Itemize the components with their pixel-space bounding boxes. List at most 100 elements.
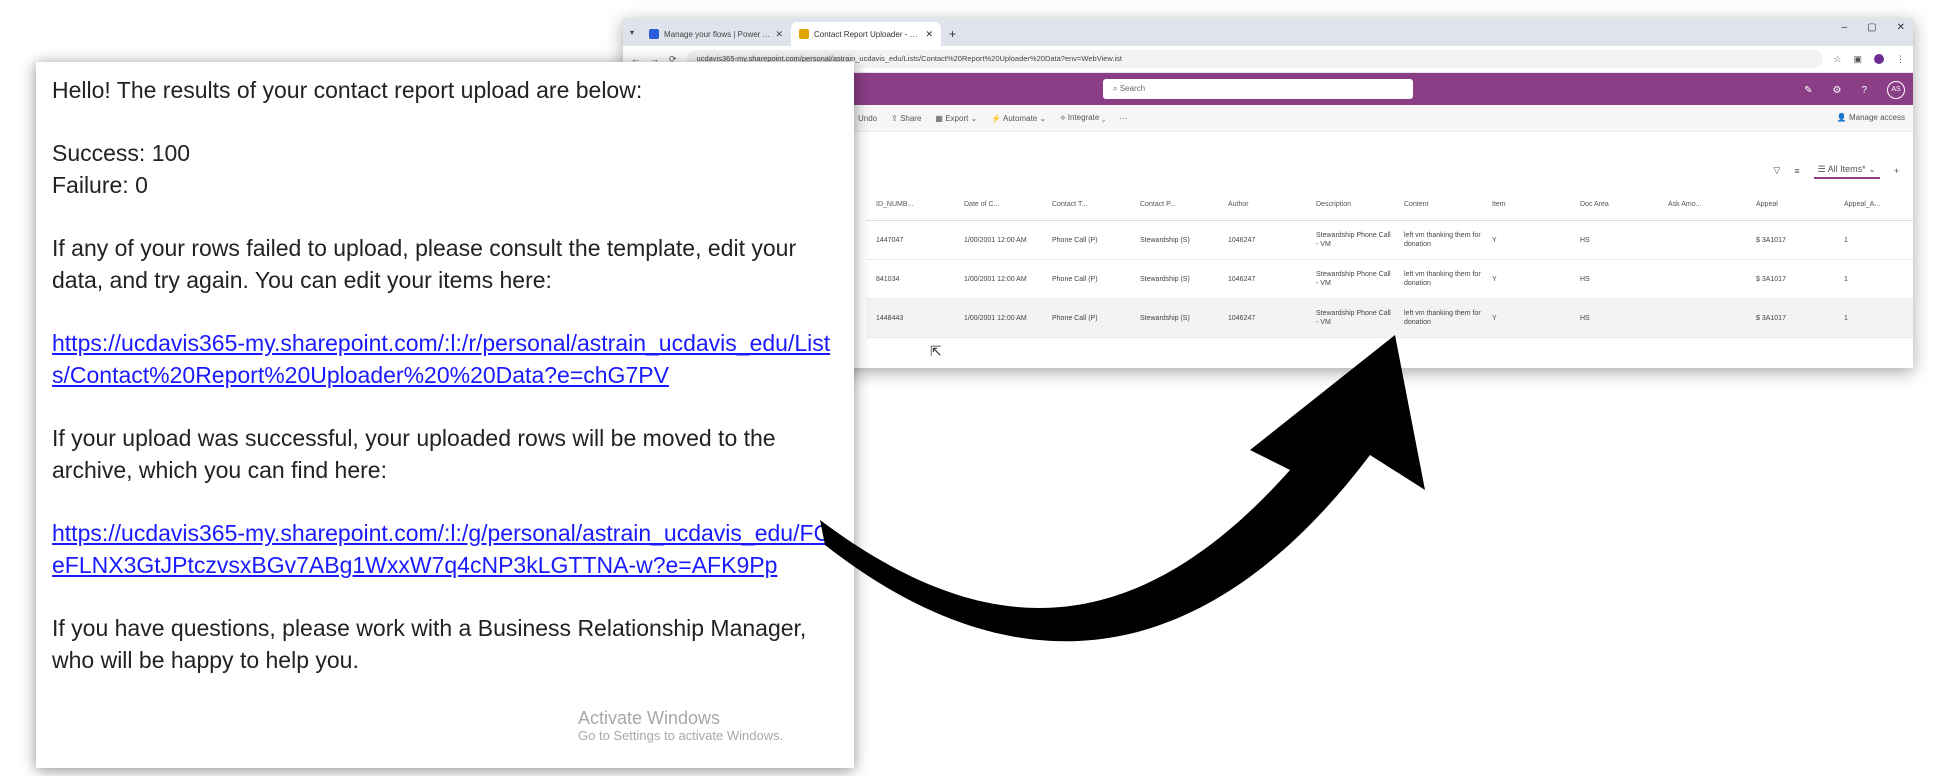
table-cell: HS xyxy=(1580,275,1590,283)
watermark-subtitle: Go to Settings to activate Windows. xyxy=(578,728,784,743)
table-cell: Phone Call (P) xyxy=(1052,314,1098,322)
success-count: Success: 100 xyxy=(52,140,191,166)
table-cell: 1/00/2001 12:00 AM xyxy=(964,314,1027,322)
archive-link[interactable]: https://ucdavis365-my.sharepoint.com/:l:… xyxy=(52,517,838,581)
maximize-button[interactable]: ▢ xyxy=(1867,22,1876,33)
table-row[interactable]: 841034 1/00/2001 12:00 AM Phone Call (P)… xyxy=(866,260,1913,299)
tab-power-automate[interactable]: Manage your flows | Power Au ✕ xyxy=(641,22,791,46)
column-header[interactable]: Appeal_A... xyxy=(1834,200,1894,209)
grid-header-row: ID_NUMB... Date of C... Contact T... Con… xyxy=(866,188,1913,221)
tab-close-icon[interactable]: ✕ xyxy=(775,29,783,40)
automate-button[interactable]: ⚡ Automate ⌄ xyxy=(991,114,1046,123)
table-cell: 1046247 xyxy=(1228,314,1256,322)
table-cell: HS xyxy=(1580,236,1590,244)
tab-label: Manage your flows | Power Au xyxy=(664,29,771,39)
manage-access-label: Manage access xyxy=(1848,113,1905,122)
tab-contact-report-uploader[interactable]: Contact Report Uploader - Data ✕ xyxy=(791,22,941,46)
list-grid: ID_NUMB... Date of C... Contact T... Con… xyxy=(866,188,1913,338)
table-cell: $ 3A1017 xyxy=(1756,314,1786,322)
share-button[interactable]: ⇪ Share xyxy=(891,114,921,123)
table-cell: 1/00/2001 12:00 AM xyxy=(964,236,1027,244)
greeting-text: Hello! The results of your contact repor… xyxy=(52,77,643,103)
tab-close-icon[interactable]: ✕ xyxy=(925,29,933,40)
settings-gear-icon[interactable]: ⚙ xyxy=(1832,85,1841,96)
new-tab-button[interactable]: + xyxy=(941,22,964,46)
table-cell: $ 3A1017 xyxy=(1756,236,1786,244)
column-header[interactable]: Author xyxy=(1218,200,1306,209)
table-cell: 1447047 xyxy=(876,236,904,244)
bookmark-star-icon[interactable]: ☆ xyxy=(1833,54,1841,65)
table-cell: 1 xyxy=(1844,275,1848,283)
closing-text: If you have questions, please work with … xyxy=(52,615,807,673)
column-header[interactable]: Description xyxy=(1306,200,1394,209)
table-row[interactable]: 1447047 1/00/2001 12:00 AM Phone Call (P… xyxy=(866,221,1913,260)
minimize-button[interactable]: – xyxy=(1842,22,1848,33)
more-commands-button[interactable]: ··· xyxy=(1119,114,1127,123)
person-icon: 👤 xyxy=(1836,113,1849,122)
export-label: Export xyxy=(945,113,969,123)
table-cell: 1 xyxy=(1844,236,1848,244)
undo-button[interactable]: Undo xyxy=(858,114,877,123)
sidebar-icon[interactable]: ▣ xyxy=(1853,54,1862,65)
column-header[interactable]: Content xyxy=(1394,200,1482,209)
export-button[interactable]: ▦ Export ⌄ xyxy=(935,114,977,123)
table-cell: 1448443 xyxy=(876,314,904,322)
column-header[interactable]: Contact T... xyxy=(1042,200,1130,209)
help-icon[interactable]: ? xyxy=(1861,85,1867,96)
share-label: Share xyxy=(900,113,922,123)
failure-count: Failure: 0 xyxy=(52,172,148,198)
column-header[interactable]: Doc Area xyxy=(1570,200,1658,209)
more-menu-icon[interactable]: ⋮ xyxy=(1896,54,1905,65)
search-box[interactable]: ⌕ Search xyxy=(1103,79,1413,99)
column-header[interactable]: Date of C... xyxy=(954,200,1042,209)
table-row[interactable]: 1448443 1/00/2001 12:00 AM Phone Call (P… xyxy=(866,299,1913,338)
search-icon: ⌕ xyxy=(1113,84,1120,93)
view-options-icon[interactable]: ≡ xyxy=(1794,166,1799,176)
table-cell: Phone Call (P) xyxy=(1052,275,1098,283)
table-cell: Stewardship (S) xyxy=(1140,314,1190,322)
view-controls: ▽ ≡ ☰ All Items* ⌄ + xyxy=(1773,162,1899,179)
table-cell: left vm thanking them for donation xyxy=(1404,232,1481,248)
share-icon: ⇪ xyxy=(891,113,901,123)
power-automate-favicon-icon xyxy=(649,29,659,39)
table-cell: Y xyxy=(1492,275,1497,283)
table-cell: Stewardship (S) xyxy=(1140,275,1190,283)
table-cell: left vm thanking them for donation xyxy=(1404,271,1481,287)
avatar[interactable]: AS xyxy=(1887,81,1905,99)
manage-access-button[interactable]: 👤 Manage access xyxy=(1837,105,1905,131)
window-controls: – ▢ ✕ xyxy=(1842,22,1905,33)
column-header[interactable]: Ask Amo... xyxy=(1658,200,1746,209)
column-header[interactable]: Contact P... xyxy=(1130,200,1218,209)
activate-windows-watermark: Activate Windows Go to Settings to activ… xyxy=(578,708,783,744)
view-selector[interactable]: ☰ All Items* ⌄ xyxy=(1813,162,1880,179)
table-cell: 841034 xyxy=(876,275,900,283)
tab-label: Contact Report Uploader - Data xyxy=(814,29,921,39)
list-view-icon: ☰ xyxy=(1817,164,1828,174)
table-cell: 1/00/2001 12:00 AM xyxy=(964,275,1027,283)
header-icons: ✎ ⚙ ? AS xyxy=(1804,81,1905,99)
table-cell: Stewardship Phone Call - VM xyxy=(1316,232,1391,248)
table-cell: Phone Call (P) xyxy=(1052,236,1098,244)
table-cell: Stewardship (S) xyxy=(1140,236,1190,244)
url-field[interactable]: ucdavis365-my.sharepoint.com/personal/as… xyxy=(686,50,1824,68)
archive-instructions: If your upload was successful, your uplo… xyxy=(52,425,776,483)
integrate-icon: ⟡ xyxy=(1060,113,1068,122)
excel-icon: ▦ xyxy=(935,113,946,123)
table-cell: HS xyxy=(1580,314,1590,322)
column-header[interactable]: Item xyxy=(1482,200,1570,209)
column-header[interactable]: ID_NUMB... xyxy=(866,200,954,209)
mouse-cursor-icon: ⇱ xyxy=(930,343,942,359)
table-cell: Stewardship Phone Call - VM xyxy=(1316,310,1391,326)
add-view-icon[interactable]: + xyxy=(1894,166,1899,176)
filter-icon[interactable]: ▽ xyxy=(1773,165,1780,176)
column-header[interactable]: Appeal xyxy=(1746,200,1834,209)
table-cell: Stewardship Phone Call - VM xyxy=(1316,271,1391,287)
tab-search-icon[interactable]: ▾ xyxy=(623,20,641,46)
view-name: All Items* xyxy=(1827,164,1866,174)
edit-items-link[interactable]: https://ucdavis365-my.sharepoint.com/:l:… xyxy=(52,327,838,391)
feedback-icon[interactable]: ✎ xyxy=(1804,85,1812,96)
table-cell: Y xyxy=(1492,314,1497,322)
close-window-button[interactable]: ✕ xyxy=(1897,22,1905,33)
integrate-button[interactable]: ⟡ Integrate ⌄ xyxy=(1060,113,1105,123)
profile-icon[interactable] xyxy=(1874,54,1884,64)
